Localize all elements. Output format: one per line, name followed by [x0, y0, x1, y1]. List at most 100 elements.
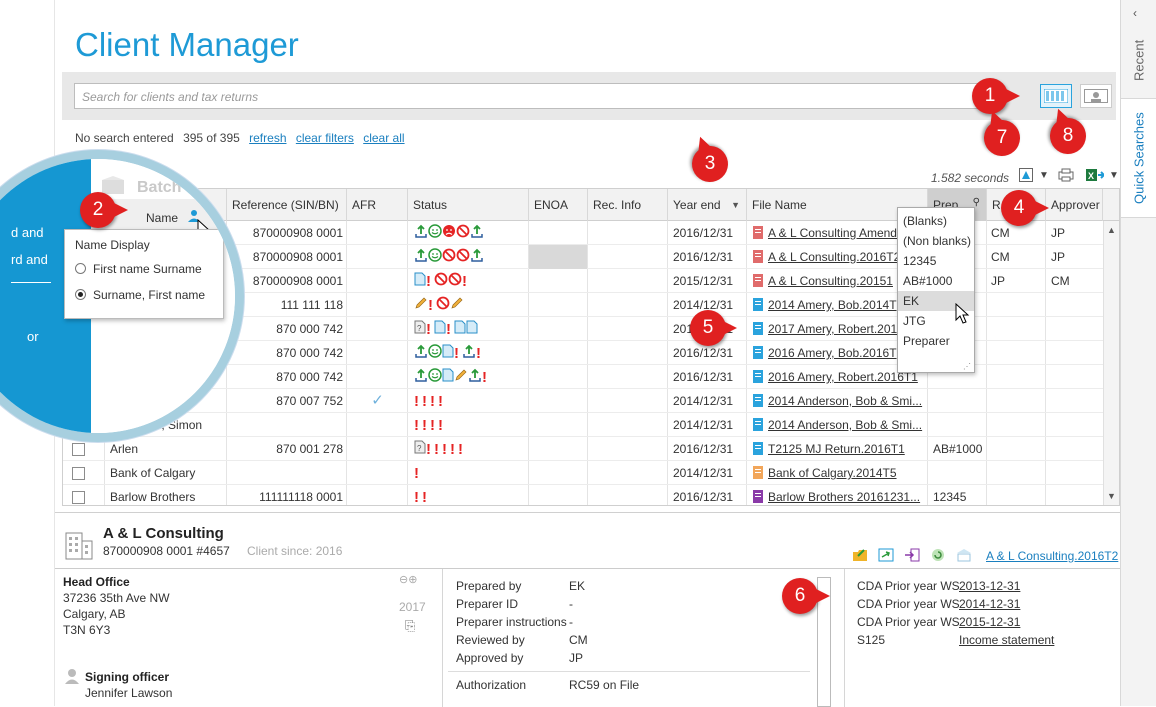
sync-icon[interactable] — [930, 547, 946, 563]
file-name-cell[interactable]: Barlow Brothers 20161231... — [753, 485, 927, 505]
year-end-cell: 2014/12/31 — [673, 418, 734, 432]
card-view-button[interactable] — [1080, 84, 1112, 108]
open-folder-icon[interactable] — [852, 547, 868, 563]
upload-icon — [471, 248, 483, 262]
row-checkbox[interactable] — [72, 467, 85, 480]
col-reference[interactable]: Reference (SIN/BN) — [227, 189, 347, 221]
import-icon[interactable] — [904, 547, 920, 563]
prep-filter-option[interactable]: Preparer — [898, 331, 974, 351]
ws2-link[interactable]: 2014-12-31 — [959, 595, 1020, 613]
file-link[interactable]: 2014 Amery, Bob.2014T — [768, 298, 897, 312]
col-enoa[interactable]: ENOA — [529, 189, 588, 221]
reference-cell: 870000908 0001 — [252, 226, 343, 240]
prep-filter-option[interactable]: AB#1000 — [898, 271, 974, 291]
prep-filter-dropdown: (Blanks) (Non blanks) 12345 AB#1000 EK JTG Pre… — [897, 207, 975, 373]
file-name-cell[interactable]: T2125 MJ Return.2016T1 — [753, 437, 927, 461]
file-name-cell[interactable]: 2014 Anderson, Bob & Smi... — [753, 413, 927, 437]
error-icon: ! — [426, 272, 434, 290]
col-status[interactable]: Status — [408, 189, 529, 221]
radio-surname-first[interactable] — [75, 289, 86, 300]
status-cell: ! — [414, 365, 527, 389]
approved-by-value: JP — [569, 651, 584, 665]
callout-7: 7 — [978, 114, 1026, 162]
search-input[interactable]: Search for clients and tax returns — [74, 83, 1002, 109]
prep-filter-option[interactable]: 12345 — [898, 251, 974, 271]
file-name-cell[interactable]: Bank of Calgary.2014T5 — [753, 461, 927, 485]
file-link[interactable]: A & L Consulting.2016T2 — [768, 250, 900, 264]
ws3-link[interactable]: 2015-12-31 — [959, 613, 1020, 631]
col-year-end[interactable]: Year end ▼ — [668, 189, 747, 221]
row-checkbox[interactable] — [72, 443, 85, 456]
clear-filters-link[interactable]: clear filters — [296, 131, 354, 145]
table-row[interactable]: Arlen 870 001 278?!!!!! 2016/12/31 T2125 MJ… — [63, 437, 1103, 461]
prev-next-icons[interactable]: ⊖⊕ — [399, 573, 417, 586]
error-icon: ! — [438, 416, 446, 434]
file-link[interactable]: Barlow Brothers 20161231... — [768, 490, 920, 504]
file-name-cell[interactable]: 2014 Anderson, Bob & Smi... — [753, 389, 927, 413]
document-icon — [434, 320, 446, 334]
pencil-icon — [451, 297, 463, 309]
file-link[interactable]: 2016 Amery, Bob.2016T — [768, 346, 897, 360]
column-chooser-button[interactable] — [1017, 166, 1035, 184]
scroll-up-icon[interactable]: ▲ — [1107, 225, 1116, 235]
ws1-link[interactable]: 2013-12-31 — [959, 577, 1020, 595]
authorization-label: Authorization — [456, 678, 527, 692]
column-view-button[interactable] — [1040, 84, 1072, 108]
prohibited-icon — [434, 272, 448, 286]
prep-filter-option[interactable]: (Blanks) — [898, 211, 974, 231]
open-return-icon[interactable] — [878, 547, 894, 563]
table-row[interactable]: Barlow Brothers 111111118 0001!! 2016/12/3… — [63, 485, 1103, 505]
column-chooser-dropdown-icon[interactable]: ▼ — [1035, 166, 1053, 184]
scroll-down-icon[interactable]: ▼ — [1107, 491, 1116, 501]
radio-first-surname[interactable] — [75, 263, 86, 274]
reference-cell: 870000908 0001 — [252, 274, 343, 288]
app-title: Client Manager — [75, 26, 299, 63]
ws1-label: CDA Prior year WS — [857, 579, 960, 593]
file-link[interactable]: T2125 MJ Return.2016T1 — [768, 442, 905, 456]
batch-label: Batch — [137, 179, 182, 196]
copy-icon[interactable]: ⎘ — [405, 618, 415, 634]
upload-icon — [415, 368, 427, 382]
collapse-chevron-icon[interactable]: ‹ — [1133, 6, 1137, 20]
magnifier-overlay: d and rd and or Batch Name — Name Displa… — [0, 150, 244, 442]
resize-grip-icon[interactable]: ⋰ — [963, 362, 971, 371]
print-button[interactable] — [1057, 166, 1075, 184]
col-approver[interactable]: Approver — [1046, 189, 1103, 221]
row-checkbox[interactable] — [72, 491, 85, 504]
reviewer-cell — [991, 317, 1045, 341]
file-link[interactable]: 2014 Anderson, Bob & Smi... — [768, 394, 922, 408]
col-rec-info[interactable]: Rec. Info — [588, 189, 668, 221]
file-link[interactable]: A & L Consulting.20151 — [768, 274, 893, 288]
col-afr[interactable]: AFR — [347, 189, 408, 221]
s125-link[interactable]: Income statement — [959, 631, 1054, 649]
file-link[interactable]: Bank of Calgary.2014T5 — [768, 466, 897, 480]
pencil-icon — [415, 297, 427, 309]
tab-quick-searches[interactable]: Quick Searches — [1121, 98, 1156, 218]
ws2-label: CDA Prior year WS — [857, 597, 960, 611]
name-option-surname-first[interactable]: Surname, First name — [75, 288, 205, 302]
detail-file-link[interactable]: A & L Consulting.2016T2 — [986, 549, 1118, 563]
error-icon: ! — [414, 392, 422, 410]
file-link[interactable]: A & L Consulting Amend — [768, 226, 897, 240]
preparer-id-value: - — [569, 597, 573, 611]
file-link[interactable]: 2017 Amery, Robert.201 — [768, 322, 897, 336]
tab-recent[interactable]: Recent — [1121, 30, 1156, 90]
sort-desc-icon[interactable]: ▼ — [731, 189, 740, 221]
name-option-first-surname[interactable]: First name Surname — [75, 262, 202, 276]
grid-scrollbar[interactable]: ▲ ▼ — [1103, 221, 1119, 505]
year-end-cell: 2016/12/31 — [673, 370, 734, 384]
file-link[interactable]: 2014 Anderson, Bob & Smi... — [768, 418, 922, 432]
approver-cell — [1051, 389, 1103, 413]
clear-all-link[interactable]: clear all — [363, 131, 404, 145]
prep-filter-option[interactable]: (Non blanks) — [898, 231, 974, 251]
name-display-popup: Name Display First name Surname Surname,… — [64, 229, 224, 319]
bank-icon[interactable] — [956, 547, 972, 563]
client-name-cell: Bank of Calgary — [110, 466, 196, 480]
export-excel-button[interactable]: X — [1086, 166, 1104, 184]
refresh-link[interactable]: refresh — [249, 131, 286, 145]
table-row[interactable]: Bank of Calgary! 2014/12/31 Bank of Calgar… — [63, 461, 1103, 485]
magnified-text-1: d and — [11, 225, 44, 240]
error-icon: ! — [428, 296, 436, 314]
file-link[interactable]: 2016 Amery, Robert.2016T1 — [768, 370, 918, 384]
approver-cell — [1051, 485, 1103, 505]
